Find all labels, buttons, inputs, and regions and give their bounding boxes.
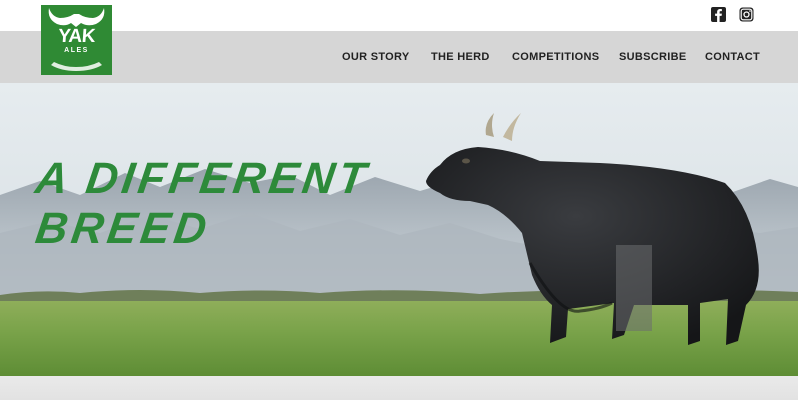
hero-headline-line2: BREED	[32, 204, 214, 253]
facebook-glyph	[715, 9, 722, 22]
hero-banner: A DIFFERENT BREED	[0, 83, 798, 376]
nav-our-story[interactable]: OUR STORY	[342, 51, 410, 63]
instagram-icon[interactable]	[739, 7, 754, 22]
instagram-glyph	[739, 7, 754, 22]
nav-subscribe[interactable]: SUBSCRIBE	[619, 51, 687, 63]
nav-the-herd[interactable]: THE HERD	[431, 51, 490, 63]
facebook-icon[interactable]	[711, 7, 726, 22]
logo[interactable]: YAK ALES	[41, 5, 112, 75]
logo-subtext: ALES	[64, 47, 89, 54]
section-divider	[0, 376, 798, 400]
hero-headline-line1: A DIFFERENT	[32, 154, 373, 203]
main-nav: OUR STORY THE HERD COMPETITIONS SUBSCRIB…	[0, 31, 798, 83]
nav-competitions[interactable]: COMPETITIONS	[512, 51, 599, 63]
top-bar	[0, 0, 798, 31]
logo-wordmark: YAK	[57, 26, 96, 47]
nav-contact[interactable]: CONTACT	[705, 51, 760, 63]
